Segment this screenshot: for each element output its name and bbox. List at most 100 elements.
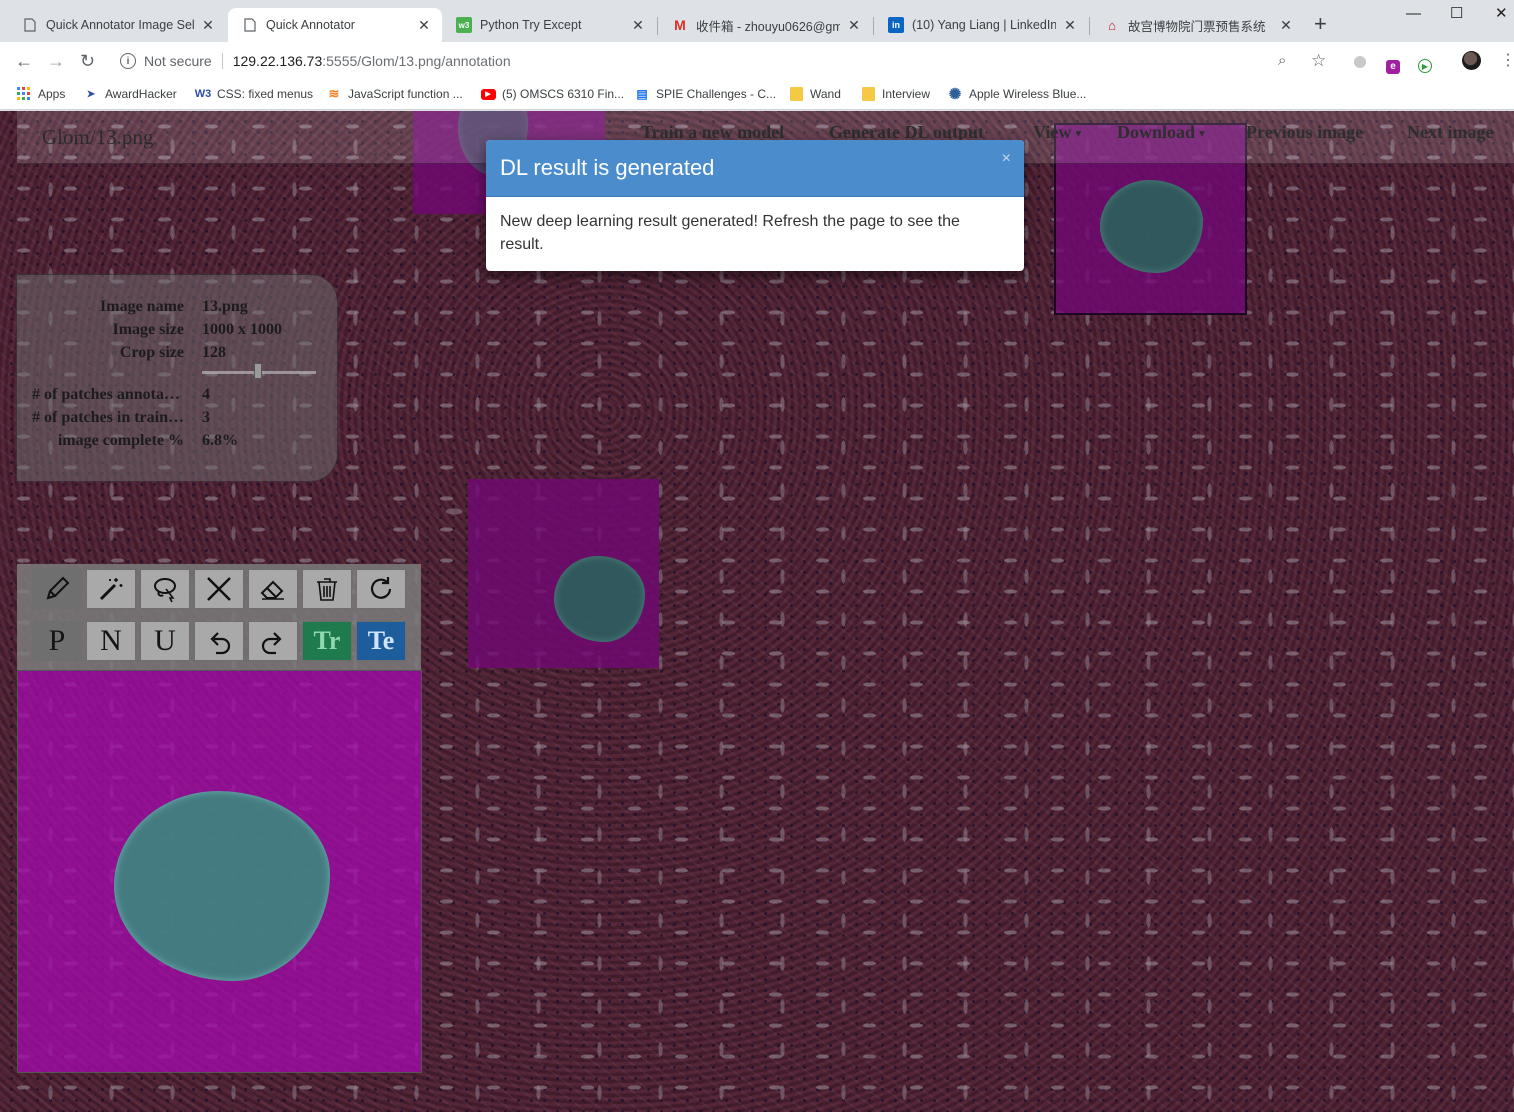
bookmark-omscs[interactable]: ▶ (5) OMSCS 6310 Fin... [480, 86, 624, 102]
new-tab-button[interactable]: + [1314, 13, 1327, 35]
bookmark-spie[interactable]: ▤ SPIE Challenges - C... [634, 86, 776, 102]
browser-tab-python[interactable]: w3 Python Try Except ✕ [442, 8, 656, 42]
info-key: # of patches in training [32, 409, 184, 426]
bookmark-label: Interview [882, 87, 931, 101]
tab-title: 故宫博物院门票预售系统 [1128, 19, 1266, 34]
bookmarks-bar: Apps ➤ AwardHacker W3 CSS: fixed menus ≋… [0, 80, 1514, 110]
security-label: Not secure [144, 53, 212, 69]
caret-down-icon: ▾ [1075, 128, 1081, 140]
page-icon [242, 17, 258, 33]
info-row-image-name: Image name 13.png [17, 298, 339, 318]
clear-annotation-button[interactable] [302, 569, 352, 609]
bookmark-wand[interactable]: Wand [788, 86, 841, 102]
palace-icon: ⌂ [1108, 17, 1116, 33]
extension-play-icon[interactable]: ▶ [1418, 53, 1432, 73]
youtube-icon: ▶ [480, 86, 496, 102]
bookmark-css-menus[interactable]: W3 CSS: fixed menus [195, 86, 313, 102]
browser-tab-linkedin[interactable]: in (10) Yang Liang | LinkedIn ✕ [874, 8, 1088, 42]
tab-close-icon[interactable]: ✕ [200, 17, 216, 34]
info-value: 13.png [202, 298, 248, 315]
undo-icon [210, 632, 231, 655]
tab-title: Python Try Except [480, 18, 582, 32]
browser-tab-quick-annotator[interactable]: Quick Annotator ✕ [228, 8, 442, 42]
zoom-icon[interactable]: ⌕ [1278, 51, 1286, 71]
next-image-link[interactable]: Next image [1407, 122, 1493, 143]
arrow-icon: ➤ [86, 88, 96, 100]
info-key: image complete % [57, 432, 184, 449]
forward-arrow-icon[interactable]: → [47, 51, 65, 71]
extension-circle-icon[interactable] [1354, 54, 1366, 74]
bookmark-apps[interactable]: Apps [16, 86, 65, 102]
dl-result-modal: DL result is generated × New deep learni… [486, 140, 1024, 271]
browser-tab-palace[interactable]: ⌂ 故宫博物院门票预售系统 ✕ [1090, 8, 1304, 42]
bookmark-apple-wireless[interactable]: ✺ Apple Wireless Blue... [947, 86, 1087, 103]
glomerulus-annotation [114, 791, 330, 981]
tab-close-icon[interactable]: ✕ [846, 17, 862, 34]
download-label: Download [1117, 122, 1196, 142]
crop-size-slider[interactable] [202, 363, 316, 379]
browser-tab-gmail[interactable]: M 收件箱 - zhouyu0626@gmai ✕ [658, 8, 872, 42]
bookmark-label: CSS: fixed menus [217, 87, 314, 101]
unknown-label-button[interactable]: U [140, 621, 190, 661]
eraser-tool-button[interactable] [248, 569, 298, 609]
tab-close-icon[interactable]: ✕ [416, 17, 432, 34]
lasso-icon [154, 578, 176, 603]
bookmark-star-icon[interactable]: ☆ [1311, 51, 1326, 71]
reload-patch-button[interactable] [356, 569, 406, 609]
delete-stroke-button[interactable] [194, 569, 244, 609]
pencil-icon [46, 576, 70, 600]
maximize-window-icon[interactable]: ☐ [1450, 4, 1463, 24]
page-title[interactable]: Glom/13.png [42, 125, 153, 150]
back-arrow-icon[interactable]: ← [15, 51, 33, 71]
bookmark-label: SPIE Challenges - C... [656, 87, 777, 101]
browser-tab-strip: Quick Annotator Image Sele ✕ Quick Annot… [0, 0, 1514, 42]
bookmark-label: Apps [38, 87, 66, 101]
test-set-button[interactable]: Te [356, 621, 406, 661]
training-set-button[interactable]: Tr [302, 621, 352, 661]
magic-wand-icon [99, 578, 123, 601]
magic-wand-tool-button[interactable] [86, 569, 136, 609]
redo-icon [261, 632, 282, 655]
info-value: 6.8% [202, 432, 238, 449]
modal-title: DL result is generated [500, 155, 715, 180]
positive-label-button[interactable]: P [32, 621, 82, 661]
annotation-toolbox: P N U Tr Te [17, 564, 421, 670]
bookmark-js-function[interactable]: ≋ JavaScript function ... [326, 86, 463, 102]
view-dropdown[interactable]: View ▾ [1033, 122, 1081, 143]
previous-image-link[interactable]: Previous image [1246, 122, 1363, 143]
info-value: 4 [202, 386, 210, 403]
pencil-tool-button[interactable] [32, 569, 82, 609]
cross-icon [207, 577, 231, 601]
bookmark-interview[interactable]: Interview [860, 86, 930, 102]
address-bar[interactable]: i Not secure 129.22.136.73:5555/Glom/13.… [108, 46, 1342, 76]
extension-e-icon[interactable]: e [1386, 53, 1400, 74]
undo-button[interactable] [194, 621, 244, 661]
info-row-patches-training: # of patches in training 3 [17, 409, 339, 429]
apps-grid-icon [16, 86, 32, 102]
download-dropdown[interactable]: Download ▾ [1117, 122, 1205, 143]
view-label: View [1033, 122, 1072, 142]
folder-icon [788, 86, 804, 102]
image-info-panel: Image name 13.png Image size 1000 x 1000… [16, 274, 338, 482]
browser-tab-image-selector[interactable]: Quick Annotator Image Sele ✕ [8, 8, 226, 42]
patch-annotation-canvas[interactable] [17, 670, 422, 1073]
refresh-icon [370, 577, 392, 599]
slider-handle[interactable] [254, 363, 262, 379]
info-key: Crop size [119, 344, 184, 361]
redo-button[interactable] [248, 621, 298, 661]
profile-avatar[interactable] [1462, 51, 1481, 74]
close-window-icon[interactable]: ✕ [1495, 4, 1508, 24]
reload-icon[interactable]: ↻ [80, 51, 95, 71]
info-key: # of patches annotated [32, 386, 184, 403]
lasso-tool-button[interactable] [140, 569, 190, 609]
close-icon[interactable]: × [1002, 150, 1011, 168]
tab-close-icon[interactable]: ✕ [1062, 17, 1078, 34]
browser-menu-icon[interactable]: ⋮ [1500, 51, 1514, 71]
minimize-window-icon[interactable]: — [1406, 4, 1421, 24]
bookmark-label: Wand [810, 87, 841, 101]
bookmark-awardhacker[interactable]: ➤ AwardHacker [83, 86, 177, 102]
tab-close-icon[interactable]: ✕ [1278, 17, 1294, 34]
info-icon[interactable]: i [120, 53, 136, 69]
negative-label-button[interactable]: N [86, 621, 136, 661]
tab-close-icon[interactable]: ✕ [630, 17, 646, 34]
